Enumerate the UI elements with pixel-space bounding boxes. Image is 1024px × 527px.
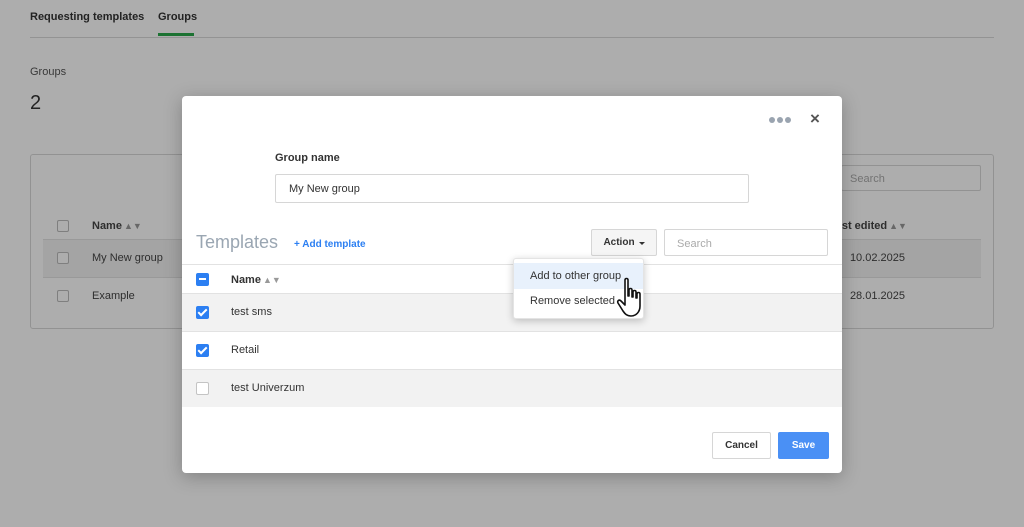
template-name: Retail [231,344,260,356]
templates-table-header: Name ▲▼ [182,264,842,293]
row-checkbox[interactable] [196,306,209,319]
row-checkbox[interactable] [196,382,209,395]
close-icon[interactable]: × [810,109,820,129]
name-column-header[interactable]: Name ▲▼ [231,274,281,286]
table-row[interactable]: Retail [182,331,842,369]
caret-down-icon [638,241,645,245]
group-name-label: Group name [275,152,340,164]
action-label: Action [603,237,635,248]
more-options-icon[interactable] [769,117,791,125]
group-name-input[interactable]: My New group [275,174,749,203]
save-button[interactable]: Save [778,432,829,459]
hand-cursor-icon [616,277,641,317]
templates-title: Templates [196,232,279,252]
select-all-checkbox[interactable] [196,273,209,286]
templates-search-input[interactable]: Search [664,229,828,256]
sort-icon: ▲▼ [262,275,281,285]
row-checkbox[interactable] [196,344,209,357]
table-row[interactable]: test sms [182,293,842,331]
templates-table: Name ▲▼ test sms Retail test Univerzum [182,264,842,407]
action-dropdown-button[interactable]: Action [591,229,657,256]
template-name: test sms [231,306,272,318]
edit-group-modal: × Group name My New group Templates + Ad… [182,96,842,473]
template-name: test Univerzum [231,382,305,394]
table-row[interactable]: test Univerzum [182,369,842,407]
cancel-button[interactable]: Cancel [712,432,771,459]
add-template-link[interactable]: + Add template [294,239,366,250]
